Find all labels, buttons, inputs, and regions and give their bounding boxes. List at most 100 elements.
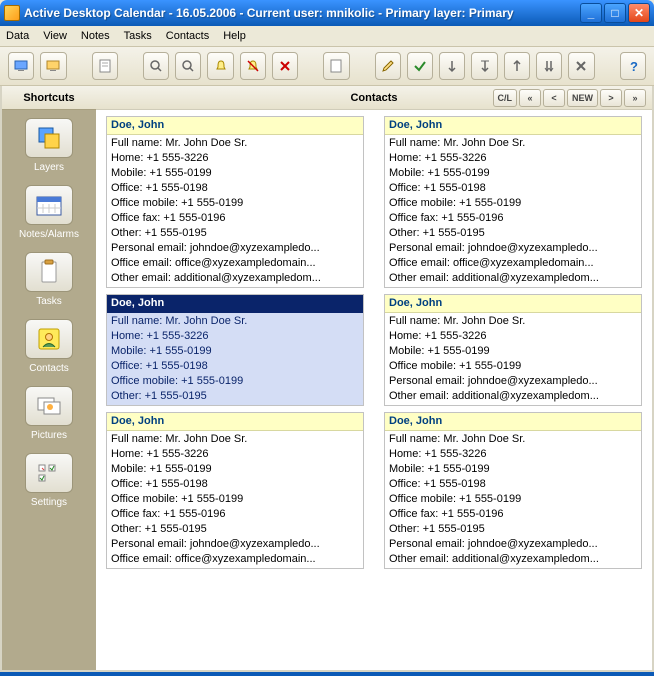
title-bar[interactable]: Active Desktop Calendar - 16.05.2006 - C… [0, 0, 654, 26]
contact-field: Office fax: +1 555-0196 [389, 507, 637, 522]
contact-field: Office mobile: +1 555-0199 [389, 492, 637, 507]
sidebar-item-label: Settings [31, 497, 67, 508]
contact-name: Doe, John [107, 295, 363, 313]
toolbar-btn-new-layer[interactable] [323, 52, 349, 80]
contact-card[interactable]: Doe, JohnFull name: Mr. John Doe Sr.Home… [106, 412, 364, 569]
contact-name: Doe, John [107, 117, 363, 135]
contact-field: Mobile: +1 555-0199 [389, 344, 637, 359]
menu-notes[interactable]: Notes [81, 30, 110, 42]
contact-field: Personal email: johndoe@xyzexampledo... [389, 241, 637, 256]
contact-field: Other email: additional@xyzexampledom... [389, 552, 637, 567]
toolbar-btn-alarm[interactable] [40, 52, 66, 80]
contact-field: Personal email: johndoe@xyzexampledo... [111, 537, 359, 552]
contact-field: Office mobile: +1 555-0199 [389, 196, 637, 211]
contact-field: Mobile: +1 555-0199 [389, 166, 637, 181]
toolbar-btn-search-2[interactable] [175, 52, 201, 80]
contact-details: Full name: Mr. John Doe Sr.Home: +1 555-… [107, 431, 363, 568]
toolbar-btn-pri-2[interactable] [471, 52, 497, 80]
contact-details: Full name: Mr. John Doe Sr.Home: +1 555-… [107, 135, 363, 287]
contact-field: Other email: additional@xyzexampledom... [111, 271, 359, 286]
contact-field: Home: +1 555-3226 [111, 329, 359, 344]
nav-cl-button[interactable]: C/L [493, 89, 518, 107]
contact-field: Full name: Mr. John Doe Sr. [111, 314, 359, 329]
contact-field: Full name: Mr. John Doe Sr. [111, 432, 359, 447]
sidebar-item-label: Contacts [29, 363, 68, 374]
toolbar-btn-pri-1[interactable] [439, 52, 465, 80]
contact-details: Full name: Mr. John Doe Sr.Home: +1 555-… [385, 135, 641, 287]
contact-field: Mobile: +1 555-0199 [111, 462, 359, 477]
nav-prev-button[interactable]: < [543, 89, 565, 107]
sidebar-item-tasks[interactable]: Tasks [2, 244, 96, 311]
nav-last-button[interactable]: » [624, 89, 646, 107]
contact-card[interactable]: Doe, JohnFull name: Mr. John Doe Sr.Home… [384, 294, 642, 406]
close-button[interactable]: ✕ [628, 3, 650, 23]
menu-view[interactable]: View [43, 30, 67, 42]
contact-field: Home: +1 555-3226 [389, 329, 637, 344]
nav-first-button[interactable]: « [519, 89, 541, 107]
toolbar-btn-new-note[interactable] [92, 52, 118, 80]
contact-field: Office email: office@xyzexampledomain... [111, 256, 359, 271]
sidebar-item-pictures[interactable]: Pictures [2, 378, 96, 445]
sidebar-item-contacts[interactable]: Contacts [2, 311, 96, 378]
contact-field: Other: +1 555-0195 [111, 226, 359, 241]
menu-tasks[interactable]: Tasks [124, 30, 152, 42]
minimize-button[interactable]: _ [580, 3, 602, 23]
maximize-button[interactable]: □ [604, 3, 626, 23]
contact-field: Home: +1 555-3226 [111, 447, 359, 462]
toolbar-btn-bell[interactable] [207, 52, 233, 80]
contact-details: Full name: Mr. John Doe Sr.Home: +1 555-… [385, 431, 641, 568]
contact-field: Office fax: +1 555-0196 [111, 507, 359, 522]
sidebar-item-label: Layers [34, 162, 64, 173]
contact-name: Doe, John [385, 295, 641, 313]
clipboard-icon [25, 252, 73, 292]
toolbar-btn-pri-4[interactable] [536, 52, 562, 80]
toolbar-btn-desktop[interactable] [8, 52, 34, 80]
toolbar-btn-search-1[interactable] [143, 52, 169, 80]
contact-field: Office email: office@xyzexampledomain... [111, 552, 359, 567]
menu-help[interactable]: Help [223, 30, 246, 42]
toolbar-btn-bell-x[interactable] [240, 52, 266, 80]
contact-field: Office: +1 555-0198 [389, 181, 637, 196]
sidebar-item-layers[interactable]: Layers [2, 110, 96, 177]
contact-field: Full name: Mr. John Doe Sr. [389, 314, 637, 329]
contact-field: Home: +1 555-3226 [389, 151, 637, 166]
contacts-grid: Doe, JohnFull name: Mr. John Doe Sr.Home… [96, 110, 652, 670]
page-title: Contacts [350, 92, 397, 104]
contact-field: Office mobile: +1 555-0199 [111, 492, 359, 507]
menu-contacts[interactable]: Contacts [166, 30, 209, 42]
contact-card[interactable]: Doe, JohnFull name: Mr. John Doe Sr.Home… [384, 116, 642, 288]
contact-name: Doe, John [385, 117, 641, 135]
contact-field: Office: +1 555-0198 [111, 181, 359, 196]
nav-new-button[interactable]: NEW [567, 89, 598, 107]
contact-card[interactable]: Doe, JohnFull name: Mr. John Doe Sr.Home… [384, 412, 642, 569]
toolbar-btn-check[interactable] [407, 52, 433, 80]
contact-card[interactable]: Doe, JohnFull name: Mr. John Doe Sr.Home… [106, 116, 364, 288]
contacts-icon [25, 319, 73, 359]
contact-field: Personal email: johndoe@xyzexampledo... [111, 241, 359, 256]
toolbar-btn-delete[interactable] [272, 52, 298, 80]
sidebar-item-notes-alarms[interactable]: Notes/Alarms [2, 177, 96, 244]
shortcuts-sidebar: Shortcuts Layers Notes/Alarms Tasks Cont… [2, 86, 96, 670]
contact-name: Doe, John [385, 413, 641, 431]
calendar-icon [25, 185, 73, 225]
menu-data[interactable]: Data [6, 30, 29, 42]
nav-next-button[interactable]: > [600, 89, 622, 107]
contact-details: Full name: Mr. John Doe Sr.Home: +1 555-… [385, 313, 641, 405]
contact-field: Mobile: +1 555-0199 [111, 344, 359, 359]
app-icon [4, 5, 20, 21]
menu-bar: Data View Notes Tasks Contacts Help [0, 26, 654, 46]
contact-field: Other: +1 555-0195 [389, 522, 637, 537]
toolbar-btn-pri-3[interactable] [504, 52, 530, 80]
contact-field: Office mobile: +1 555-0199 [111, 196, 359, 211]
contact-field: Home: +1 555-3226 [389, 447, 637, 462]
contact-field: Office mobile: +1 555-0199 [389, 359, 637, 374]
contact-field: Mobile: +1 555-0199 [389, 462, 637, 477]
sidebar-item-settings[interactable]: Settings [2, 445, 96, 512]
contact-field: Full name: Mr. John Doe Sr. [389, 136, 637, 151]
contact-field: Office mobile: +1 555-0199 [111, 374, 359, 389]
contact-card[interactable]: Doe, JohnFull name: Mr. John Doe Sr.Home… [106, 294, 364, 406]
toolbar-btn-help[interactable]: ? [620, 52, 646, 80]
contact-field: Office fax: +1 555-0196 [389, 211, 637, 226]
toolbar-btn-delete-2[interactable] [568, 52, 594, 80]
toolbar-btn-edit[interactable] [375, 52, 401, 80]
